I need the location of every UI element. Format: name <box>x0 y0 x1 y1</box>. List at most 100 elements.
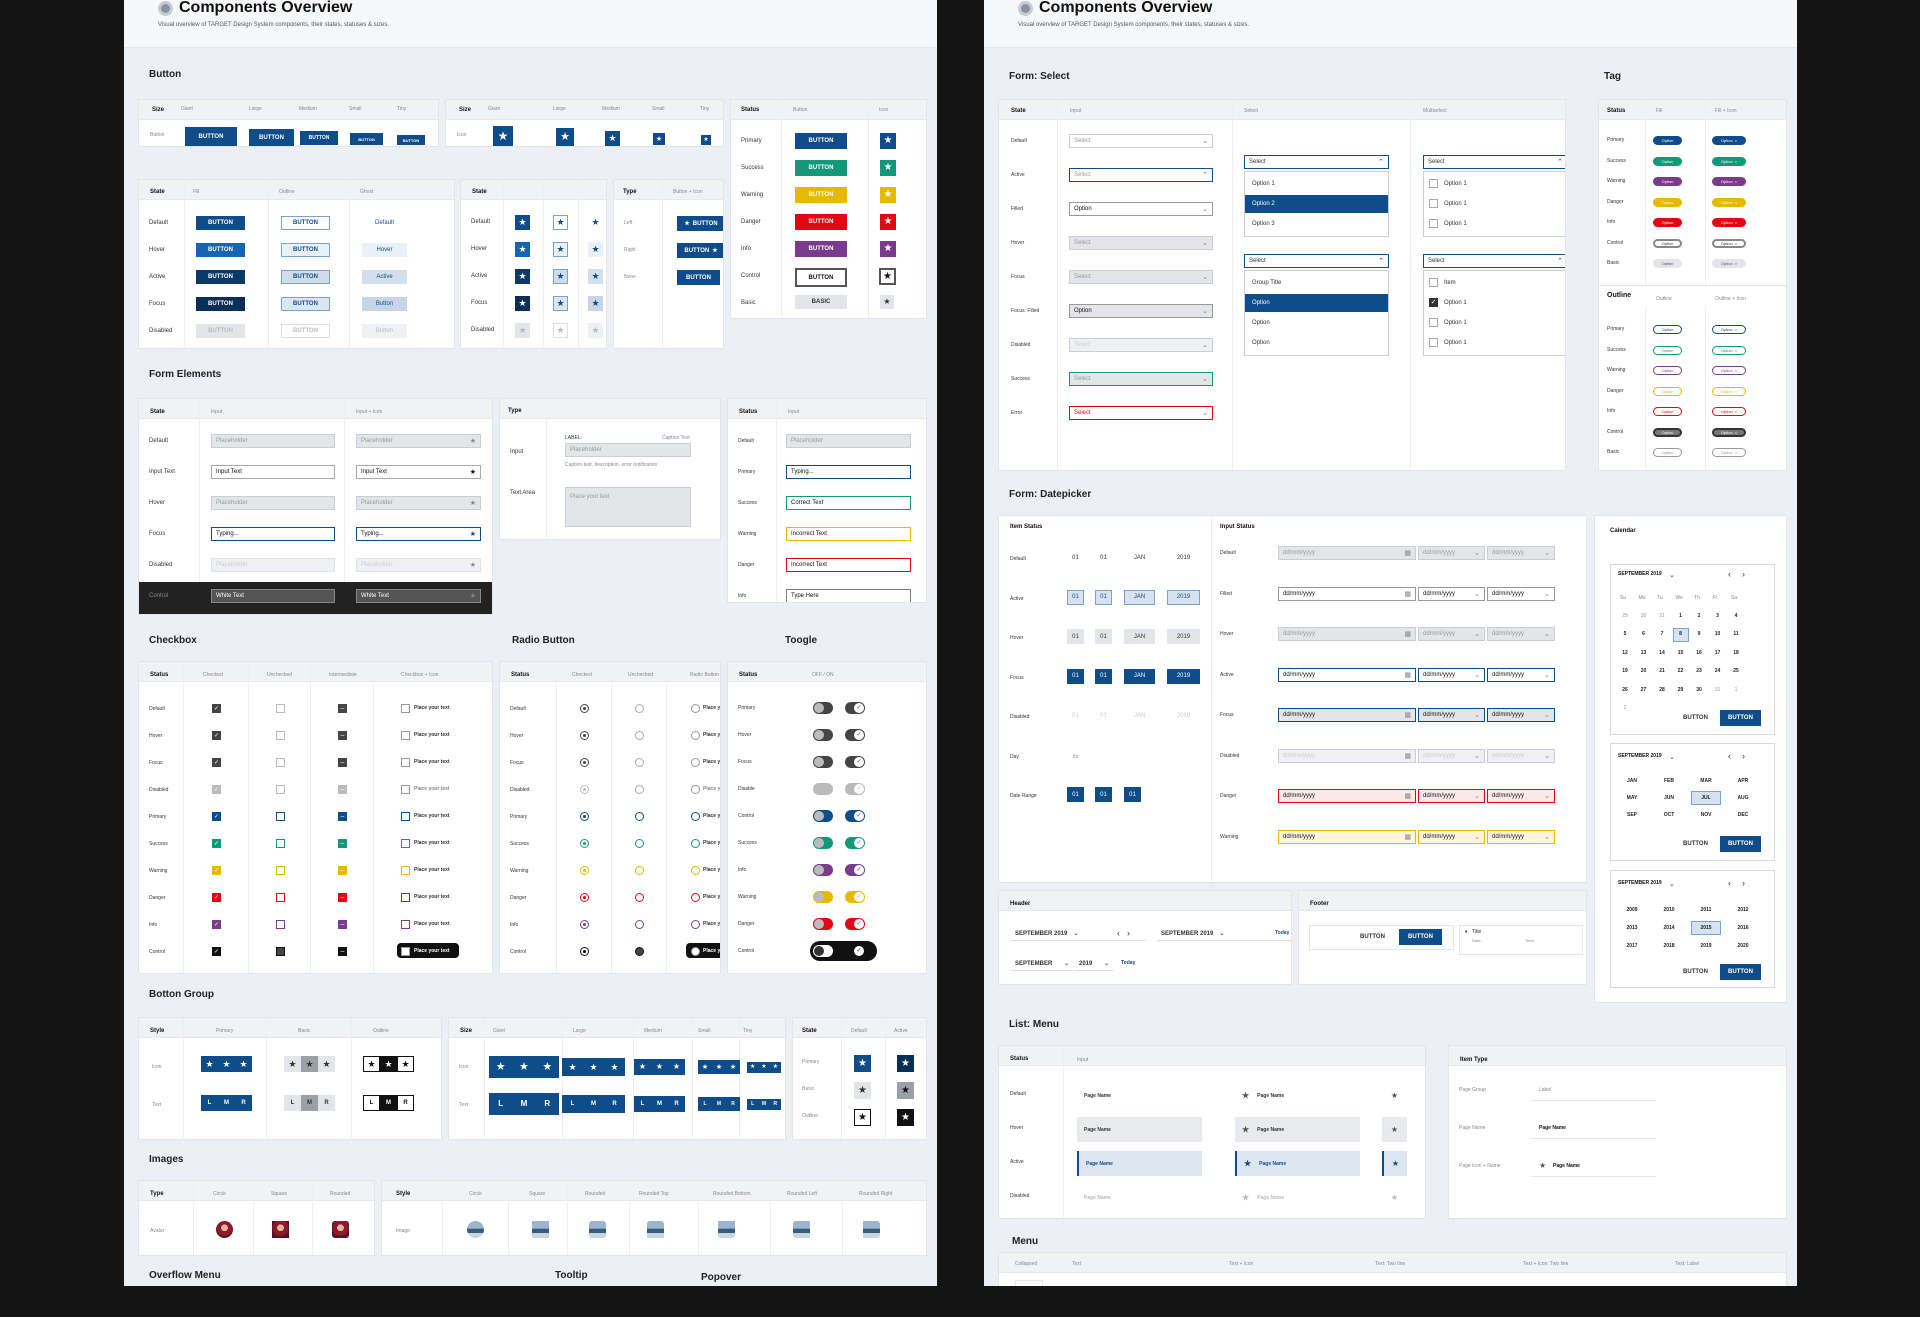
icon-button-small[interactable]: ★ <box>653 133 665 145</box>
input-icon-field[interactable]: Placeholder ★ <box>356 496 481 510</box>
radio-unchecked[interactable] <box>635 812 644 821</box>
tag-outline[interactable]: Option <box>1653 325 1682 334</box>
toggle-on[interactable]: ✓ <box>845 837 865 849</box>
icon-button-fill[interactable]: ★ <box>515 323 530 338</box>
group-size-text[interactable]: L <box>698 1097 712 1111</box>
calendar-year-cell[interactable]: 2012 <box>1728 903 1758 917</box>
group-size-icon[interactable]: ★ <box>698 1060 712 1074</box>
checkbox[interactable]: ✓ <box>1429 298 1438 307</box>
date-cell[interactable]: 01 <box>1067 629 1084 644</box>
calendar-month-cell[interactable]: MAY <box>1617 791 1647 805</box>
icon-button-ghost[interactable]: ★ <box>588 269 603 284</box>
checkbox-icon[interactable] <box>401 866 410 875</box>
calendar-month-cell[interactable]: AUG <box>1728 791 1758 805</box>
checkbox-unchecked[interactable] <box>276 920 285 929</box>
date-cell[interactable]: JAN <box>1124 668 1155 684</box>
calendar-day[interactable]: 31 <box>1710 683 1726 697</box>
group-size-text[interactable]: R <box>604 1095 625 1113</box>
multiselect-trigger[interactable]: Select ⌃ <box>1423 155 1565 169</box>
tag-outline[interactable]: Option <box>1653 386 1682 396</box>
checkbox-icon[interactable] <box>401 893 410 902</box>
calendar-day[interactable]: 1 <box>1673 609 1689 623</box>
date-cell[interactable]: 01 <box>1095 708 1112 723</box>
collapsed-menu-item[interactable]: ★ <box>1382 1117 1407 1142</box>
toggle-off[interactable] <box>813 837 833 849</box>
tag-outline-icon[interactable]: Option × <box>1712 325 1746 334</box>
checkbox[interactable] <box>1429 338 1438 347</box>
group-size-icon[interactable]: ★ <box>604 1058 625 1076</box>
button-warning[interactable]: BUTTON <box>795 187 847 203</box>
icon-button-medium[interactable]: ★ <box>605 131 620 146</box>
radio-unchecked[interactable] <box>635 920 644 929</box>
date-cell[interactable]: 2019 <box>1167 550 1200 565</box>
footer-ok-button[interactable]: BUTTON <box>1399 929 1442 945</box>
calendar-day[interactable]: 17 <box>1710 646 1726 660</box>
menu-item-icon[interactable]: ★ Page Name <box>1235 1151 1360 1176</box>
multiselect-option[interactable]: Option 1 <box>1424 175 1565 193</box>
dropdown-option[interactable]: Option 2 <box>1245 195 1388 213</box>
tag-fill[interactable]: Option <box>1653 177 1682 186</box>
group-size-icon[interactable]: ★ <box>726 1060 740 1074</box>
group-basic-text[interactable]: L <box>284 1095 301 1111</box>
button-basic[interactable]: BASIC <box>795 295 847 309</box>
checkbox-intermediate[interactable]: – <box>338 785 347 794</box>
dropdown-option[interactable]: Option 1 <box>1245 175 1388 193</box>
select-input[interactable]: Select ⌄ <box>1069 406 1213 420</box>
button-outline[interactable]: BUTTON <box>281 297 330 311</box>
date-cell[interactable]: 01 <box>1095 550 1112 565</box>
date-cell[interactable]: 01 <box>1095 629 1112 644</box>
range-cell[interactable]: 01 <box>1067 787 1084 802</box>
checkbox-checked[interactable]: ✓ <box>212 812 221 821</box>
toggle-off[interactable] <box>813 918 833 930</box>
radio-icon[interactable] <box>691 731 700 740</box>
checkbox-intermediate[interactable]: – <box>338 866 347 875</box>
date-input[interactable]: dd/mm/yyyy ▦ <box>1278 627 1416 641</box>
date-input-short[interactable]: dd/mm/yyyy ⌄ <box>1418 748 1485 763</box>
checkbox-checked[interactable]: ✓ <box>212 947 221 956</box>
icon-button-primary[interactable]: ★ <box>880 133 896 149</box>
checkbox-icon[interactable] <box>401 947 410 956</box>
status-input[interactable]: Placeholder <box>786 434 911 448</box>
group-state-default[interactable]: ★ <box>854 1055 871 1072</box>
date-cell[interactable]: 01 <box>1067 668 1084 684</box>
select-input[interactable]: Option ⌄ <box>1069 304 1213 318</box>
checkbox-intermediate[interactable]: – <box>338 812 347 821</box>
group-state-default[interactable]: ★ <box>854 1082 871 1099</box>
calendar-day[interactable]: 21 <box>1654 665 1670 679</box>
multiselect-option[interactable]: Item <box>1424 274 1565 292</box>
tag-fill[interactable]: Option <box>1653 156 1682 166</box>
calendar-year-cell[interactable]: 2014 <box>1654 921 1684 935</box>
button-fill[interactable]: BUTTON <box>196 270 245 284</box>
calendar-month-cell[interactable]: JUN <box>1654 791 1684 805</box>
group-state-active[interactable]: ★ <box>897 1055 914 1072</box>
tag-outline-icon[interactable]: Option × <box>1712 427 1746 437</box>
group-basic-icon[interactable]: ★ <box>318 1056 335 1072</box>
radio-icon[interactable] <box>691 866 700 875</box>
radio-unchecked[interactable] <box>635 731 644 740</box>
checkbox-icon[interactable] <box>401 812 410 821</box>
radio-icon[interactable] <box>691 704 700 713</box>
date-input-short[interactable]: dd/mm/yyyy ⌄ <box>1487 667 1555 682</box>
calendar-day[interactable]: 23 <box>1691 665 1707 679</box>
icon-button-ghost[interactable]: ★ <box>588 296 603 311</box>
input-icon-field[interactable]: Input Text ★ <box>356 465 481 479</box>
date-cell[interactable]: 2019 <box>1167 668 1200 684</box>
toggle-off[interactable] <box>813 891 833 903</box>
button-none[interactable]: BUTTON <box>677 270 720 285</box>
icon-button-danger[interactable]: ★ <box>880 214 896 230</box>
calendar-month-cell[interactable]: APR <box>1728 774 1758 788</box>
group-size-icon[interactable]: ★ <box>489 1056 513 1078</box>
radio-checked[interactable] <box>580 920 589 929</box>
calendar-day[interactable]: 15 <box>1673 646 1689 660</box>
button-outline[interactable]: BUTTON <box>281 216 330 230</box>
button-icon-left[interactable]: ★ BUTTON <box>677 216 723 231</box>
calendar-month-cell[interactable]: DEC <box>1728 808 1758 822</box>
text-area[interactable]: Place your text <box>565 487 691 527</box>
select-input[interactable]: Select ⌃ <box>1069 168 1213 182</box>
group-basic-icon[interactable]: ★ <box>301 1056 318 1072</box>
tag-fill[interactable]: Option <box>1653 136 1682 145</box>
calendar-day[interactable]: 25 <box>1728 665 1744 679</box>
icon-button-info[interactable]: ★ <box>880 241 896 257</box>
date-input-short[interactable]: dd/mm/yyyy ⌄ <box>1418 627 1485 641</box>
icon-button-fill[interactable]: ★ <box>515 269 530 284</box>
